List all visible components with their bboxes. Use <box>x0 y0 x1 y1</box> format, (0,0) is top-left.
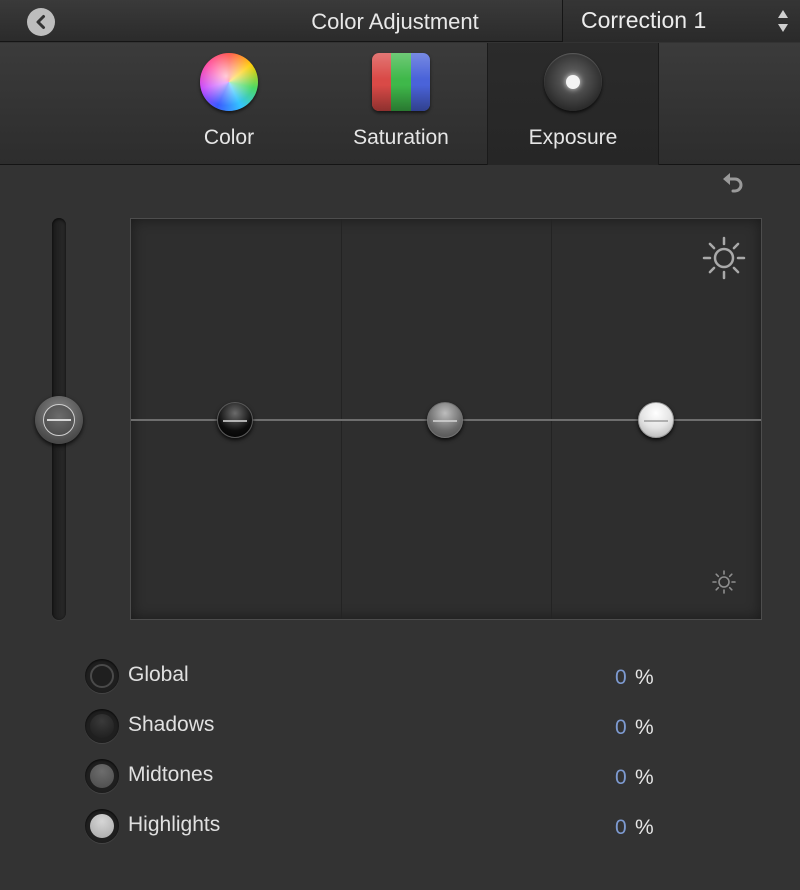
tab-exposure[interactable]: Exposure <box>487 43 659 165</box>
tab-bar: Color Saturation Exposure <box>0 43 800 165</box>
tab-color-label: Color <box>203 126 255 149</box>
global-label: Global <box>128 663 189 686</box>
highlights-unit: % <box>635 816 654 839</box>
global-slider-knob-face <box>43 404 75 436</box>
highlights-value[interactable]: 0 <box>615 812 627 844</box>
midtones-label: Midtones <box>128 763 214 786</box>
shadows-puck[interactable] <box>217 402 253 438</box>
chevron-left-circle-icon <box>36 15 45 29</box>
row-midtones: Midtones 0 % <box>85 759 675 795</box>
global-unit: % <box>635 666 654 689</box>
shadows-radio[interactable] <box>85 709 119 743</box>
row-highlights: Highlights 0 % <box>85 809 675 845</box>
highlights-label: Highlights <box>128 813 221 836</box>
shadows-swatch <box>90 714 114 738</box>
shadows-label: Shadows <box>128 713 215 736</box>
midtones-value[interactable]: 0 <box>615 762 627 794</box>
highlights-puck[interactable] <box>638 402 674 438</box>
midtones-puck[interactable] <box>427 402 463 438</box>
saturation-icon <box>372 53 430 111</box>
shadows-unit: % <box>635 716 654 739</box>
midtones-unit: % <box>635 766 654 789</box>
shadows-value[interactable]: 0 <box>615 712 627 744</box>
title-bar: Color Adjustment Correction 1 <box>0 0 800 42</box>
back-button[interactable] <box>27 8 55 36</box>
highlights-swatch <box>90 814 114 838</box>
sun-small-icon <box>712 570 736 594</box>
midtones-radio[interactable] <box>85 759 119 793</box>
row-shadows: Shadows 0 % <box>85 709 675 745</box>
tab-color[interactable]: Color <box>143 43 315 165</box>
correction-select[interactable]: Correction 1 <box>562 0 800 42</box>
row-global: Global 0 % <box>85 659 675 695</box>
midtones-swatch <box>90 764 114 788</box>
window-title: Color Adjustment <box>311 9 479 34</box>
highlights-radio[interactable] <box>85 809 119 843</box>
tab-saturation[interactable]: Saturation <box>315 43 487 165</box>
global-slider-knob[interactable] <box>35 396 83 444</box>
tab-saturation-label: Saturation <box>353 126 449 149</box>
correction-label: Correction 1 <box>581 7 707 33</box>
global-swatch <box>90 664 114 688</box>
exposure-graph[interactable] <box>130 218 762 620</box>
updown-arrows-icon <box>778 10 788 32</box>
exposure-icon <box>544 53 602 111</box>
global-radio[interactable] <box>85 659 119 693</box>
sun-large-icon <box>702 236 746 280</box>
global-value[interactable]: 0 <box>615 662 627 694</box>
color-wheel-icon <box>200 53 258 111</box>
reset-arrow-icon[interactable] <box>720 171 746 195</box>
tab-exposure-label: Exposure <box>528 126 618 149</box>
